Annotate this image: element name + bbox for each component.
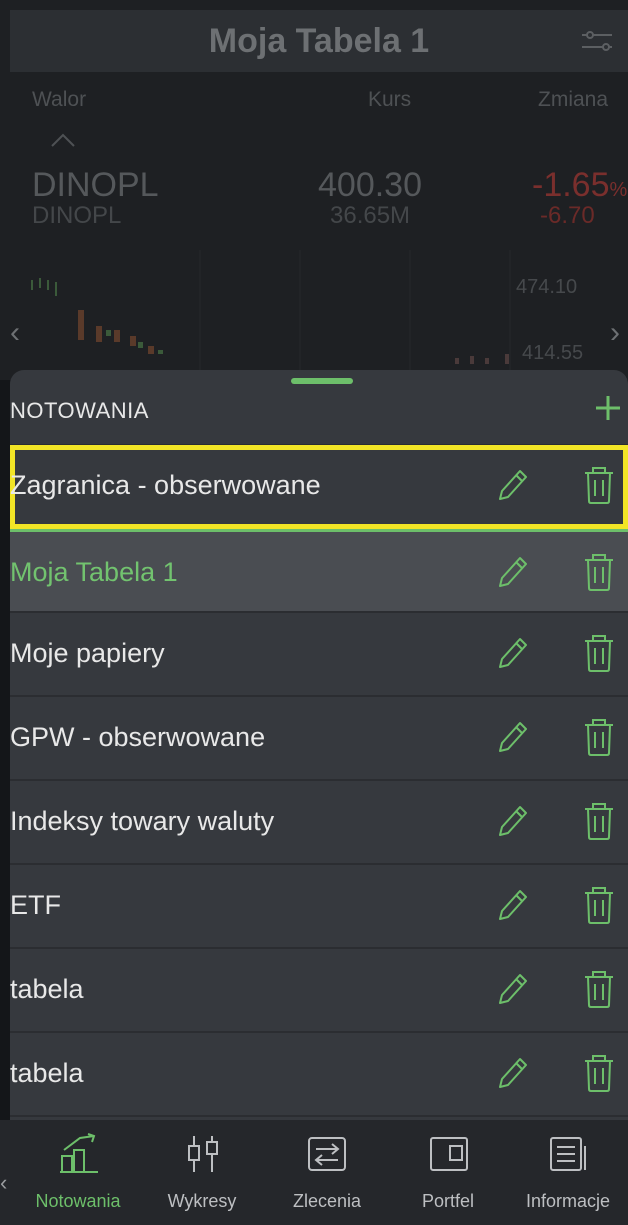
watchlist-item-etf[interactable]: ETF bbox=[10, 865, 628, 949]
chevron-right-icon[interactable]: › bbox=[610, 316, 620, 350]
edit-icon[interactable] bbox=[494, 1053, 530, 1093]
edit-icon[interactable] bbox=[494, 801, 530, 841]
nav-label: Notowania bbox=[35, 1191, 121, 1211]
instrument-volume: 36.65M bbox=[330, 202, 411, 229]
nav-item-notowania[interactable]: Notowania bbox=[22, 1120, 134, 1225]
page-title: Moja Tabela 1 bbox=[208, 22, 430, 60]
watchlist-item-label: Moje papiery bbox=[10, 638, 165, 668]
nav-label: Wykresy bbox=[167, 1191, 237, 1211]
trash-icon[interactable] bbox=[582, 967, 616, 1011]
watchlist-item-label: tabela bbox=[10, 1058, 84, 1088]
mini-chart: 474.10 414.55 ‹ › bbox=[10, 250, 628, 380]
change-percent: -1.65% bbox=[532, 166, 627, 205]
nav-item-informacje[interactable]: Informacje bbox=[510, 1120, 626, 1225]
edit-icon[interactable] bbox=[494, 465, 530, 505]
edit-icon[interactable] bbox=[494, 552, 530, 592]
news-icon bbox=[550, 1137, 586, 1171]
watchlist-item-label: Indeksy towary waluty bbox=[10, 806, 275, 836]
column-header-zmiana[interactable]: Zmiana bbox=[538, 88, 608, 112]
trash-icon[interactable] bbox=[582, 883, 616, 927]
watchlist-item-gpw-obserwowane[interactable]: GPW - obserwowane bbox=[10, 697, 628, 781]
trash-icon[interactable] bbox=[582, 463, 616, 507]
background-screen: Moja Tabela 1 Walor Kurs Zmiana DINOPL D… bbox=[0, 0, 628, 380]
instrument-subsymbol: DINOPL bbox=[32, 202, 122, 229]
watchlist-sheet: NOTOWANIA Zagranica - obserwowane Moja Ta… bbox=[10, 370, 628, 1120]
watchlist-item-indeksy-towary-waluty[interactable]: Indeksy towary waluty bbox=[10, 781, 628, 865]
watchlist-item-tabela-2[interactable]: tabela bbox=[10, 1033, 628, 1117]
change-absolute: -6.70 bbox=[540, 202, 595, 229]
sheet-header: NOTOWANIA bbox=[10, 370, 628, 445]
trash-icon[interactable] bbox=[582, 1051, 616, 1095]
nav-item-zlecenia[interactable]: Zlecenia bbox=[272, 1120, 382, 1225]
wallet-icon bbox=[430, 1137, 468, 1171]
chart-low-label: 414.55 bbox=[522, 342, 584, 364]
nav-item-portfel[interactable]: Portfel bbox=[398, 1120, 498, 1225]
watchlist-item-label: Zagranica - obserwowane bbox=[10, 470, 321, 500]
trash-icon[interactable] bbox=[582, 550, 616, 594]
add-table-button[interactable] bbox=[588, 388, 628, 428]
bottom-navigation: ‹ Notowania Wykresy Zlecenia Portfel Inf… bbox=[0, 1120, 628, 1225]
percent-sign: % bbox=[609, 179, 628, 201]
nav-label: Zlecenia bbox=[292, 1191, 362, 1211]
edit-icon[interactable] bbox=[494, 885, 530, 925]
nav-label: Portfel bbox=[421, 1191, 475, 1211]
instrument-symbol[interactable]: DINOPL bbox=[32, 166, 159, 205]
edit-icon[interactable] bbox=[494, 717, 530, 757]
chevron-up-icon[interactable] bbox=[50, 132, 76, 148]
candlestick-icon bbox=[188, 1136, 218, 1172]
watchlist-item-label: GPW - obserwowane bbox=[10, 722, 266, 752]
trash-icon[interactable] bbox=[582, 715, 616, 759]
watchlist-item-label: ETF bbox=[10, 890, 61, 920]
nav-scroll-left-icon[interactable]: ‹ bbox=[0, 1170, 7, 1196]
change-percent-value: -1.65 bbox=[532, 166, 610, 204]
watchlist-item-label: Moja Tabela 1 bbox=[10, 557, 178, 587]
edit-icon[interactable] bbox=[494, 633, 530, 673]
edit-icon[interactable] bbox=[494, 969, 530, 1009]
watchlist-item-moja-tabela-1[interactable]: Moja Tabela 1 bbox=[10, 529, 628, 613]
watchlist-item-label: tabela bbox=[10, 974, 84, 1004]
top-bar: Moja Tabela 1 bbox=[10, 10, 628, 72]
chevron-left-icon[interactable]: ‹ bbox=[10, 316, 20, 350]
watchlist-item-tabela[interactable]: tabela bbox=[10, 949, 628, 1033]
watchlist-item-moje-papiery[interactable]: Moje papiery bbox=[10, 613, 628, 697]
chart-high-label: 474.10 bbox=[516, 276, 578, 298]
nav-label: Informacje bbox=[525, 1191, 611, 1211]
nav-item-wykresy[interactable]: Wykresy bbox=[152, 1120, 252, 1225]
instrument-price: 400.30 bbox=[318, 166, 422, 204]
column-header-kurs[interactable]: Kurs bbox=[368, 88, 411, 112]
column-header-walor[interactable]: Walor bbox=[32, 88, 86, 112]
trash-icon[interactable] bbox=[582, 631, 616, 675]
sheet-title: NOTOWANIA bbox=[10, 398, 149, 423]
exchange-icon bbox=[308, 1137, 346, 1171]
filter-settings-icon[interactable] bbox=[580, 28, 614, 54]
watchlist-item-zagranica-obserwowane[interactable]: Zagranica - obserwowane bbox=[10, 445, 628, 529]
chart-growth-icon bbox=[60, 1133, 98, 1173]
trash-icon[interactable] bbox=[582, 799, 616, 843]
